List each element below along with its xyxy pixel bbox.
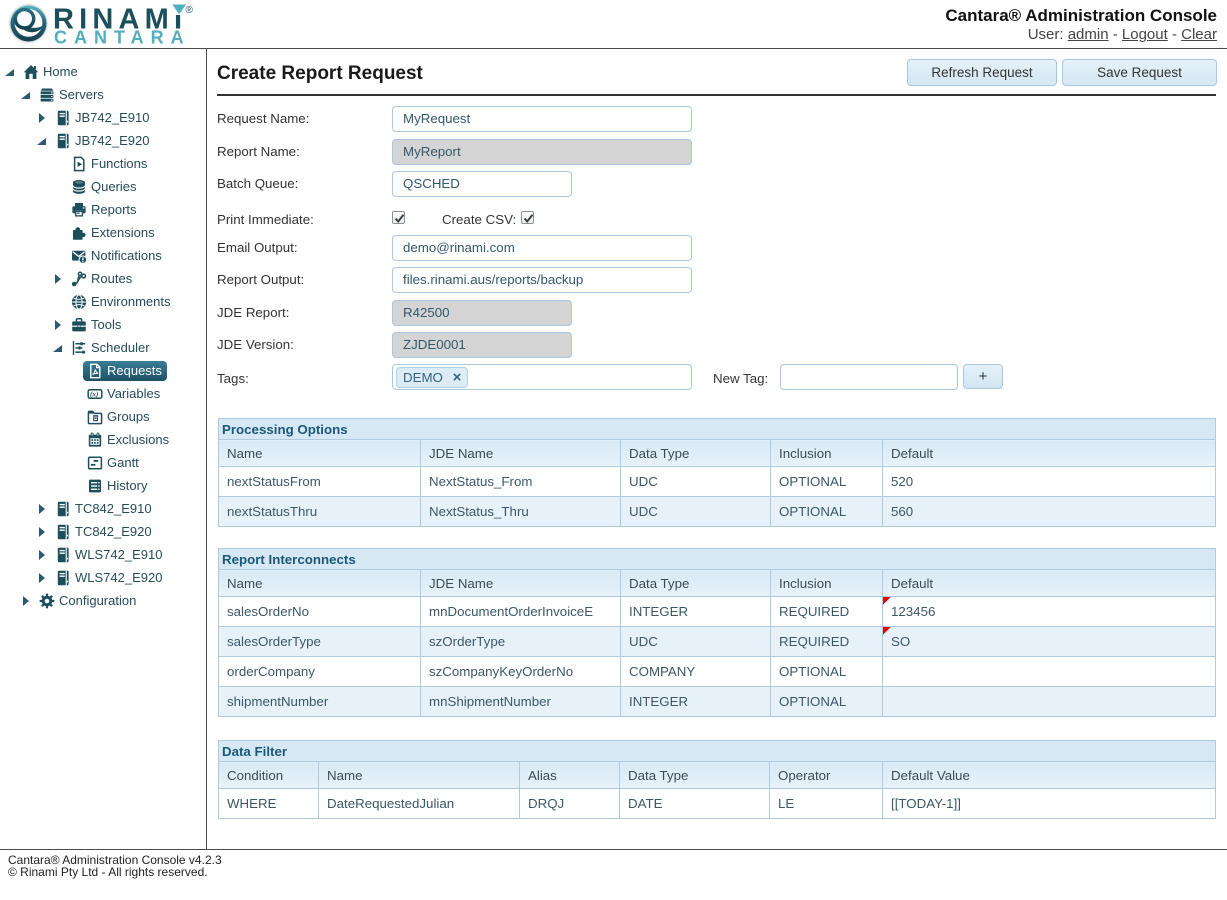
svg-text:®: ® <box>186 5 194 16</box>
svg-text:CANTARA: CANTARA <box>54 28 191 48</box>
svg-text:(x): (x) <box>90 390 98 398</box>
